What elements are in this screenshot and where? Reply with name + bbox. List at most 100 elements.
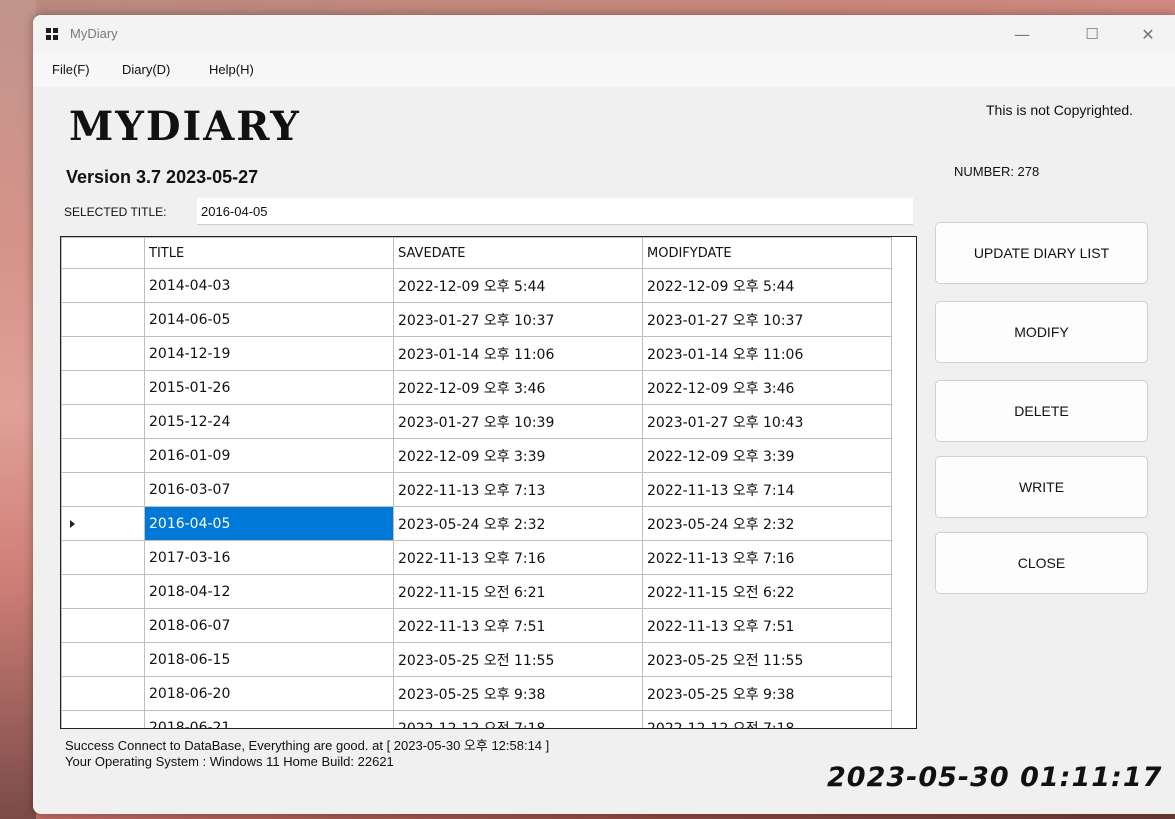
table-row[interactable]: 2018-06-15 2023-05-25 오전 11:55 2023-05-25 … — [61, 642, 892, 677]
title-cell[interactable]: 2016-01-09 — [144, 438, 394, 473]
copyright-label: This is not Copyrighted. — [986, 102, 1134, 118]
savedate-cell[interactable]: 2023-05-25 오후 9:38 — [393, 676, 643, 711]
table-row[interactable]: 2014-12-19 2023-01-14 오후 11:06 2023-01-14 … — [61, 336, 892, 371]
title-cell[interactable]: 2015-12-24 — [144, 404, 394, 439]
modifydate-cell[interactable]: 2023-05-25 오전 11:55 — [642, 642, 892, 677]
column-header-title[interactable]: TITLE — [144, 237, 394, 269]
modifydate-cell[interactable]: 2023-01-14 오후 11:06 — [642, 336, 892, 371]
modifydate-cell[interactable]: 2022-12-09 오후 3:46 — [642, 370, 892, 405]
menu-help[interactable]: Help(H) — [209, 62, 254, 77]
column-header-savedate[interactable]: SAVEDATE — [393, 237, 643, 269]
title-cell[interactable]: 2018-04-12 — [144, 574, 394, 609]
savedate-cell[interactable]: 2022-12-12 오전 7:18 — [393, 710, 643, 728]
table-row[interactable]: 2015-12-24 2023-01-27 오후 10:39 2023-01-27 … — [61, 404, 892, 439]
row-header[interactable] — [61, 404, 145, 439]
row-header[interactable] — [61, 574, 145, 609]
title-cell[interactable]: 2015-01-26 — [144, 370, 394, 405]
savedate-cell[interactable]: 2023-05-24 오후 2:32 — [393, 506, 643, 541]
minimize-button[interactable]: — — [999, 15, 1045, 53]
modifydate-cell[interactable]: 2022-11-13 오후 7:51 — [642, 608, 892, 643]
modifydate-cell[interactable]: 2022-11-13 오후 7:14 — [642, 472, 892, 507]
table-row[interactable]: 2018-06-20 2023-05-25 오후 9:38 2023-05-25 오… — [61, 676, 892, 711]
window-title: MyDiary — [70, 26, 118, 41]
row-header[interactable] — [61, 336, 145, 371]
row-header[interactable] — [61, 540, 145, 575]
title-bar[interactable]: MyDiary — ☐ ✕ — [33, 15, 1175, 53]
row-header[interactable] — [61, 710, 145, 728]
savedate-cell[interactable]: 2023-01-27 오후 10:39 — [393, 404, 643, 439]
table-row[interactable]: 2014-04-03 2022-12-09 오후 5:44 2022-12-09 오… — [61, 268, 892, 303]
menu-diary[interactable]: Diary(D) — [122, 62, 170, 77]
savedate-cell[interactable]: 2022-11-13 오후 7:16 — [393, 540, 643, 575]
savedate-cell[interactable]: 2022-11-15 오전 6:21 — [393, 574, 643, 609]
title-cell[interactable]: 2018-06-20 — [144, 676, 394, 711]
title-cell[interactable]: 2018-06-21 — [144, 710, 394, 728]
selected-title-label: SELECTED TITLE: — [64, 205, 167, 219]
title-cell[interactable]: 2014-12-19 — [144, 336, 394, 371]
savedate-cell[interactable]: 2022-12-09 오후 3:46 — [393, 370, 643, 405]
table-row[interactable]: 2018-06-07 2022-11-13 오후 7:51 2022-11-13 오… — [61, 608, 892, 643]
table-row[interactable]: 2016-04-05 2023-05-24 오후 2:32 2023-05-24 오… — [61, 506, 892, 541]
close-window-button[interactable]: ✕ — [1125, 15, 1171, 53]
modifydate-cell[interactable]: 2022-12-09 오후 5:44 — [642, 268, 892, 303]
title-cell[interactable]: 2016-03-07 — [144, 472, 394, 507]
row-header[interactable] — [61, 642, 145, 677]
row-header[interactable] — [61, 608, 145, 643]
app-logo: MYDIARY — [69, 103, 301, 150]
modifydate-cell[interactable]: 2023-01-27 오후 10:43 — [642, 404, 892, 439]
version-label: Version 3.7 2023-05-27 — [66, 167, 259, 187]
savedate-cell[interactable]: 2022-12-09 오후 5:44 — [393, 268, 643, 303]
savedate-cell[interactable]: 2022-12-09 오후 3:39 — [393, 438, 643, 473]
modifydate-cell[interactable]: 2023-05-25 오후 9:38 — [642, 676, 892, 711]
close-button[interactable]: CLOSE — [935, 532, 1148, 594]
delete-button[interactable]: DELETE — [935, 380, 1148, 442]
current-row-arrow-icon — [70, 519, 75, 528]
title-cell[interactable]: 2017-03-16 — [144, 540, 394, 575]
table-row[interactable]: 2016-03-07 2022-11-13 오후 7:13 2022-11-13 오… — [61, 472, 892, 507]
savedate-cell[interactable]: 2023-01-27 오후 10:37 — [393, 302, 643, 337]
row-header[interactable] — [61, 676, 145, 711]
update-diary-list-button[interactable]: UPDATE DIARY LIST — [935, 222, 1148, 284]
modifydate-cell[interactable]: 2022-12-09 오후 3:39 — [642, 438, 892, 473]
app-icon — [46, 28, 58, 40]
modify-button[interactable]: MODIFY — [935, 301, 1148, 363]
app-window: MyDiary — ☐ ✕ File(F) Diary(D) Help(H) M… — [33, 15, 1175, 814]
table-row[interactable]: 2018-06-21 2022-12-12 오전 7:18 2022-12-12 오… — [61, 710, 892, 728]
modifydate-cell[interactable]: 2023-05-24 오후 2:32 — [642, 506, 892, 541]
modifydate-cell[interactable]: 2022-11-13 오후 7:16 — [642, 540, 892, 575]
title-cell[interactable]: 2018-06-15 — [144, 642, 394, 677]
row-header[interactable] — [61, 506, 145, 541]
selected-title-input[interactable] — [197, 198, 913, 225]
table-row[interactable]: 2015-01-26 2022-12-09 오후 3:46 2022-12-09 오… — [61, 370, 892, 405]
savedate-cell[interactable]: 2023-05-25 오전 11:55 — [393, 642, 643, 677]
column-header-modifydate[interactable]: MODIFYDATE — [642, 237, 892, 269]
desktop-background — [0, 0, 36, 819]
table-row[interactable]: 2016-01-09 2022-12-09 오후 3:39 2022-12-09 오… — [61, 438, 892, 473]
savedate-cell[interactable]: 2023-01-14 오후 11:06 — [393, 336, 643, 371]
savedate-cell[interactable]: 2022-11-13 오후 7:51 — [393, 608, 643, 643]
menu-file[interactable]: File(F) — [52, 62, 90, 77]
table-row[interactable]: 2018-04-12 2022-11-15 오전 6:21 2022-11-15 오… — [61, 574, 892, 609]
title-cell[interactable]: 2018-06-07 — [144, 608, 394, 643]
row-header[interactable] — [61, 268, 145, 303]
grid-corner-header — [61, 237, 145, 269]
maximize-button[interactable]: ☐ — [1069, 15, 1115, 53]
number-label: NUMBER: 278 — [954, 164, 1040, 179]
modifydate-cell[interactable]: 2022-12-12 오전 7:18 — [642, 710, 892, 728]
row-header[interactable] — [61, 302, 145, 337]
title-cell[interactable]: 2014-04-03 — [144, 268, 394, 303]
table-row[interactable]: 2014-06-05 2023-01-27 오후 10:37 2023-01-27 … — [61, 302, 892, 337]
row-header[interactable] — [61, 438, 145, 473]
modifydate-cell[interactable]: 2023-01-27 오후 10:37 — [642, 302, 892, 337]
diary-grid[interactable]: TITLE SAVEDATE MODIFYDATE 2014-04-03 2022… — [60, 236, 917, 729]
row-header[interactable] — [61, 472, 145, 507]
status-connection: Success Connect to DataBase, Everything … — [65, 738, 550, 753]
title-cell[interactable]: 2014-06-05 — [144, 302, 394, 337]
savedate-cell[interactable]: 2022-11-13 오후 7:13 — [393, 472, 643, 507]
write-button[interactable]: WRITE — [935, 456, 1148, 518]
row-header[interactable] — [61, 370, 145, 405]
modifydate-cell[interactable]: 2022-11-15 오전 6:22 — [642, 574, 892, 609]
status-os: Your Operating System : Windows 11 Home … — [65, 754, 394, 769]
title-cell[interactable]: 2016-04-05 — [144, 506, 394, 541]
table-row[interactable]: 2017-03-16 2022-11-13 오후 7:16 2022-11-13 오… — [61, 540, 892, 575]
